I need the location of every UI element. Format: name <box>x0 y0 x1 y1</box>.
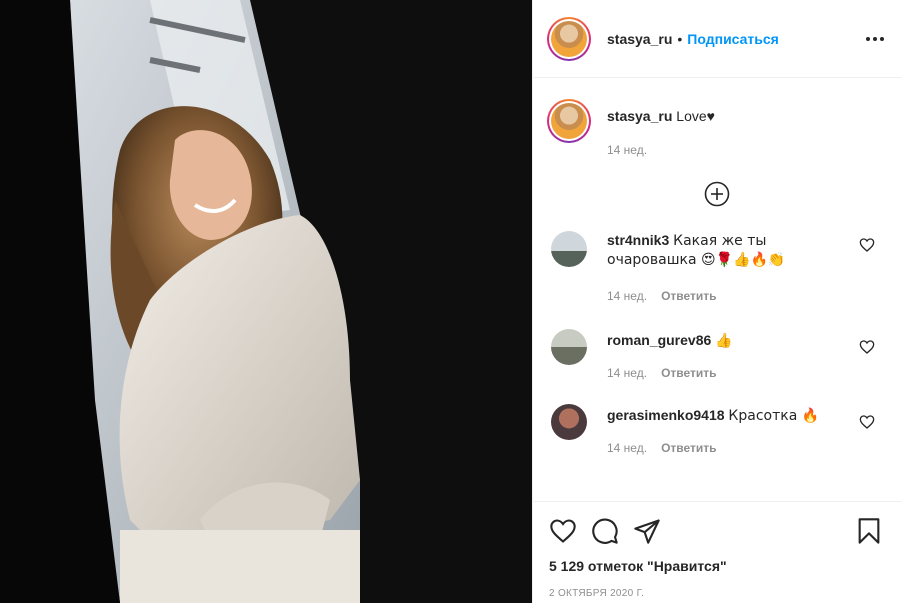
comment-item: gerasimenko9418 Красотка 🔥 14 нед. Ответ… <box>533 404 901 457</box>
comment-like-heart-icon[interactable] <box>859 237 875 253</box>
post-header: stasya_ru • Подписаться <box>533 0 901 78</box>
load-more-plus-icon <box>704 181 730 207</box>
comment-text: Красотка 🔥 <box>728 408 820 424</box>
more-horizontal-icon <box>866 36 884 41</box>
comment-time[interactable]: 14 нед. <box>607 364 647 382</box>
caption-time[interactable]: 14 нед. <box>607 141 715 159</box>
post-photo[interactable] <box>0 0 532 603</box>
share-icon[interactable] <box>633 517 661 545</box>
follow-button[interactable]: Подписаться <box>687 31 779 47</box>
load-more-comments[interactable] <box>533 181 901 207</box>
commenter-username[interactable]: str4nnik3 <box>607 232 669 248</box>
reply-button[interactable]: Ответить <box>661 364 716 382</box>
heart-icon[interactable] <box>549 517 577 545</box>
caption-text: Love♥ <box>676 108 715 124</box>
bookmark-icon[interactable] <box>855 517 883 545</box>
more-options-button[interactable] <box>863 27 887 51</box>
caption-username[interactable]: stasya_ru <box>607 108 672 124</box>
caption-avatar[interactable] <box>547 99 591 143</box>
comment-like-heart-icon[interactable] <box>859 414 875 430</box>
commenter-avatar[interactable] <box>551 329 587 365</box>
comment-like-heart-icon[interactable] <box>859 339 875 355</box>
instagram-post-view: stasya_ru • Подписаться stasya_ru Love♥ <box>0 0 901 603</box>
comment-icon[interactable] <box>591 517 619 545</box>
commenter-avatar[interactable] <box>551 404 587 440</box>
comment-text: 👍 <box>715 333 733 349</box>
post-side-panel: stasya_ru • Подписаться stasya_ru Love♥ <box>532 0 901 603</box>
comment-time[interactable]: 14 нед. <box>607 439 647 457</box>
separator-dot: • <box>677 30 683 47</box>
author-avatar[interactable] <box>547 16 591 61</box>
author-username[interactable]: stasya_ru <box>607 31 672 47</box>
comment-item: roman_gurev86 👍 14 нед. Ответить <box>533 329 901 382</box>
post-image <box>0 0 532 603</box>
commenter-username[interactable]: roman_gurev86 <box>607 332 711 348</box>
comment-time[interactable]: 14 нед. <box>607 287 647 305</box>
commenter-avatar[interactable] <box>551 231 587 267</box>
comment-item: str4nnik3 Какая же ты очаровашка 😍🌹👍🔥👏 1… <box>533 231 901 305</box>
post-actions: 5 129 отметок "Нравится" 2 ОКТЯБРЯ 2020 … <box>533 501 901 599</box>
reply-button[interactable]: Ответить <box>661 287 716 305</box>
commenter-username[interactable]: gerasimenko9418 <box>607 407 725 423</box>
post-caption: stasya_ru Love♥ 14 нед. <box>533 79 901 159</box>
comments-list[interactable]: stasya_ru Love♥ 14 нед. str4nnik3 Какая … <box>533 79 901 500</box>
likes-count[interactable]: 5 129 отметок "Нравится" <box>549 558 883 574</box>
reply-button[interactable]: Ответить <box>661 439 716 457</box>
post-date[interactable]: 2 ОКТЯБРЯ 2020 Г. <box>549 588 883 599</box>
